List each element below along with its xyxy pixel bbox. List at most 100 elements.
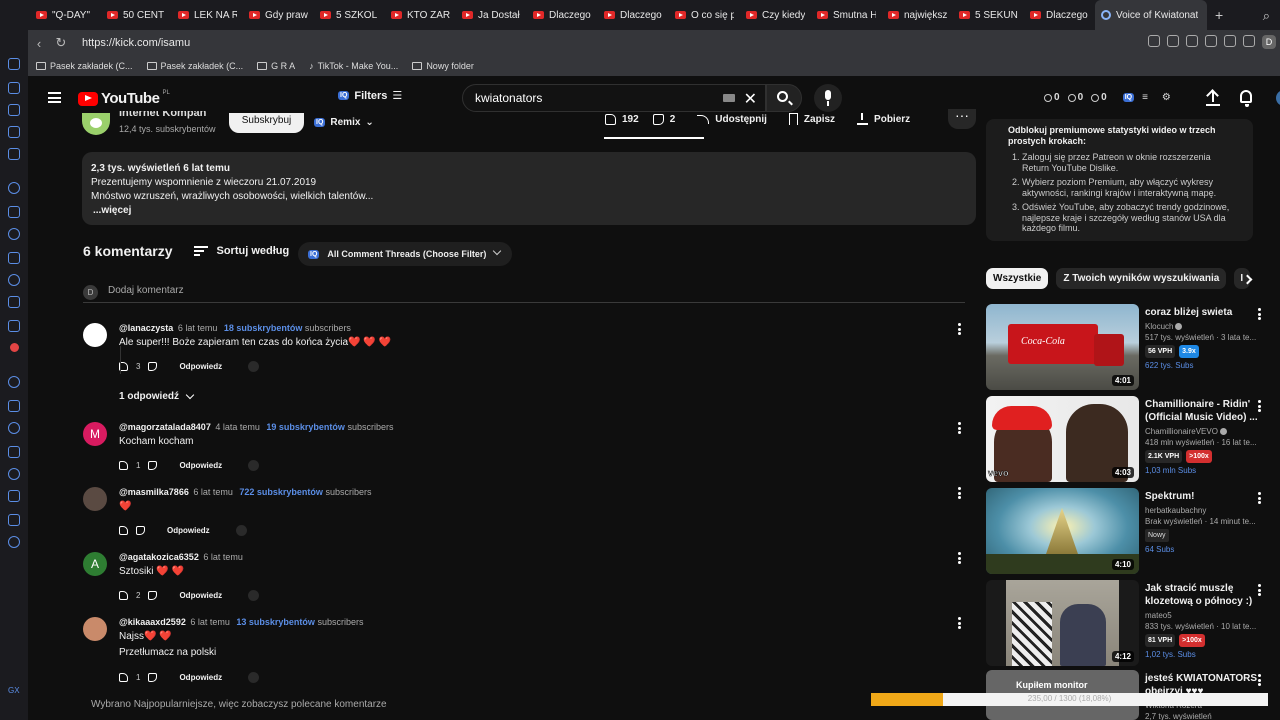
sidebar-app-icon[interactable] [8,422,20,434]
comment-menu-icon[interactable] [958,422,961,434]
search-input[interactable]: kwiatonators ✕ [462,84,766,112]
browser-tab[interactable]: Dlaczego [598,0,669,30]
dislike-comment-button[interactable] [148,362,158,371]
recommendation-item[interactable]: 4:10 Spektrum! herbatkaubachny Brak wyśw… [986,488,1276,574]
thread-filter-dropdown[interactable]: IQ All Comment Threads (Choose Filter) [298,242,512,266]
avatar[interactable]: M [83,422,107,446]
browser-tab[interactable]: Smutna H [811,0,882,30]
sidebar-app-icon[interactable] [8,148,20,160]
new-tab-button[interactable]: + [1207,7,1231,23]
sidebar-app-icon[interactable] [8,104,20,116]
download-button[interactable]: Pobierz [857,113,910,125]
sidebar-app-icon[interactable] [8,296,20,308]
chip-all[interactable]: Wszystkie [986,268,1049,289]
browser-tab[interactable]: LEK NA R [172,0,243,30]
profile-avatar[interactable]: D [1262,35,1276,49]
dislike-comment-button[interactable] [148,461,158,470]
chip-from-search[interactable]: Z Twoich wyników wyszukiwania [1056,268,1227,289]
channel-name[interactable]: Internet Kompan [119,111,214,119]
extension-icon[interactable] [1205,35,1217,47]
video-menu-icon[interactable] [1258,308,1261,322]
keyboard-icon[interactable] [723,94,735,102]
dislike-comment-button[interactable] [148,673,158,682]
extension-icon[interactable] [1186,35,1198,47]
dislike-button[interactable]: 2 [652,113,675,125]
translate-icon[interactable] [248,361,260,372]
more-actions-button[interactable]: ··· [948,108,976,129]
filters-button[interactable]: IQ Filters ☰ [338,89,402,102]
like-comment-button[interactable] [119,461,128,470]
video-thumbnail[interactable]: 4:12 [986,580,1139,666]
search-button[interactable] [766,84,802,112]
video-menu-icon[interactable] [1258,584,1261,598]
sidebar-app-icon[interactable] [8,376,20,388]
browser-tab[interactable]: Czy kiedy [740,0,811,30]
voice-search-button[interactable] [814,84,842,112]
sidebar-record-icon[interactable] [10,343,19,352]
comment-menu-icon[interactable] [958,552,961,564]
comment-time[interactable]: 6 lat temu [178,323,218,333]
like-comment-button[interactable] [119,673,128,682]
translate-icon[interactable] [235,525,247,536]
reply-button[interactable]: Odpowiedz [179,362,222,371]
sort-button[interactable]: Sortuj według [194,245,289,257]
sidebar-app-icon[interactable] [8,468,20,480]
show-more-link[interactable]: ...więcej [91,204,967,218]
back-button[interactable]: ‹ [28,36,50,51]
url-field[interactable]: https://kick.com/isamu [82,37,190,49]
like-button[interactable]: 192 [605,113,639,125]
menu-icon[interactable] [48,92,61,103]
sidebar-app-icon[interactable] [8,320,20,332]
translate-icon[interactable] [248,672,260,683]
comment-time[interactable]: 6 lat temu [203,552,243,562]
video-menu-icon[interactable] [1258,400,1261,414]
save-button[interactable]: Zapisz [788,113,835,125]
comment-time[interactable]: 6 lat temu [193,487,233,497]
browser-tab[interactable]: Ja Dostał [456,0,527,30]
browser-tab[interactable]: Dlaczego [1024,0,1095,30]
comment-author[interactable]: @lanaczysta [119,323,173,333]
comment-author[interactable]: @agatakozica6352 [119,552,199,562]
reply-button[interactable]: Odpowiedz [167,526,210,535]
dislike-comment-button[interactable] [148,591,158,600]
sidebar-app-icon[interactable] [8,446,20,458]
browser-tab[interactable]: Voice of Kwiatonat [1095,0,1207,30]
search-tabs-icon[interactable]: ⌕ [1263,8,1270,24]
sidebar-app-icon[interactable] [8,400,20,412]
sidebar-app-icon[interactable] [8,252,20,264]
settings-icon[interactable] [8,536,20,548]
avatar[interactable] [83,323,107,347]
translate-icon[interactable] [248,460,260,471]
comment-author[interactable]: @magorzatalada8407 [119,422,211,432]
sidebar-app-icon[interactable] [8,126,20,138]
video-description[interactable]: 2,3 tys. wyświetleń 6 lat temu Prezentuj… [82,152,976,225]
remix-button[interactable]: IQ Remix ⌄ [314,113,374,131]
browser-tab[interactable]: O co się p [669,0,740,30]
recommendation-item[interactable]: Coca-Cola 4:01 coraz bliżej swieta Klocu… [986,304,1276,390]
bookmark-item[interactable]: ♪ TikTok - Make You... [309,61,398,71]
comment-time[interactable]: 4 lata temu [215,422,260,432]
sidebar-app-icon[interactable] [8,274,20,286]
recommendation-item[interactable]: vevo 4:03 Chamillionaire - Ridin' (Offic… [986,396,1276,482]
reload-icon[interactable]: ↻ [50,35,72,51]
sidebar-app-icon[interactable] [8,514,20,526]
account-avatar[interactable] [1276,90,1280,106]
bookmark-item[interactable]: Nowy folder [412,61,474,71]
video-title[interactable]: Chamillionaire - Ridin' (Official Music … [1145,398,1261,424]
video-menu-icon[interactable] [1258,492,1261,506]
list-icon[interactable]: ≡ [1142,92,1148,103]
comment-time[interactable]: 6 lat temu [190,617,230,627]
reply-button[interactable]: Odpowiedz [179,673,222,682]
video-menu-icon[interactable] [1258,674,1261,688]
upload-icon[interactable] [1206,90,1220,106]
clear-search-icon[interactable]: ✕ [744,89,757,109]
translate-icon[interactable] [248,590,260,601]
sidebar-app-icon[interactable] [8,82,20,94]
avatar[interactable]: A [83,552,107,576]
browser-tab[interactable]: 5 SZKOL [314,0,385,30]
add-comment-field[interactable]: D Dodaj komentarz [83,283,965,303]
sidebar-app-icon[interactable] [8,490,20,502]
video-title[interactable]: Jak stracić muszlę klozetową o północy :… [1145,582,1261,608]
reply-button[interactable]: Odpowiedz [179,591,222,600]
browser-tab[interactable]: 5 SEKUN [953,0,1024,30]
